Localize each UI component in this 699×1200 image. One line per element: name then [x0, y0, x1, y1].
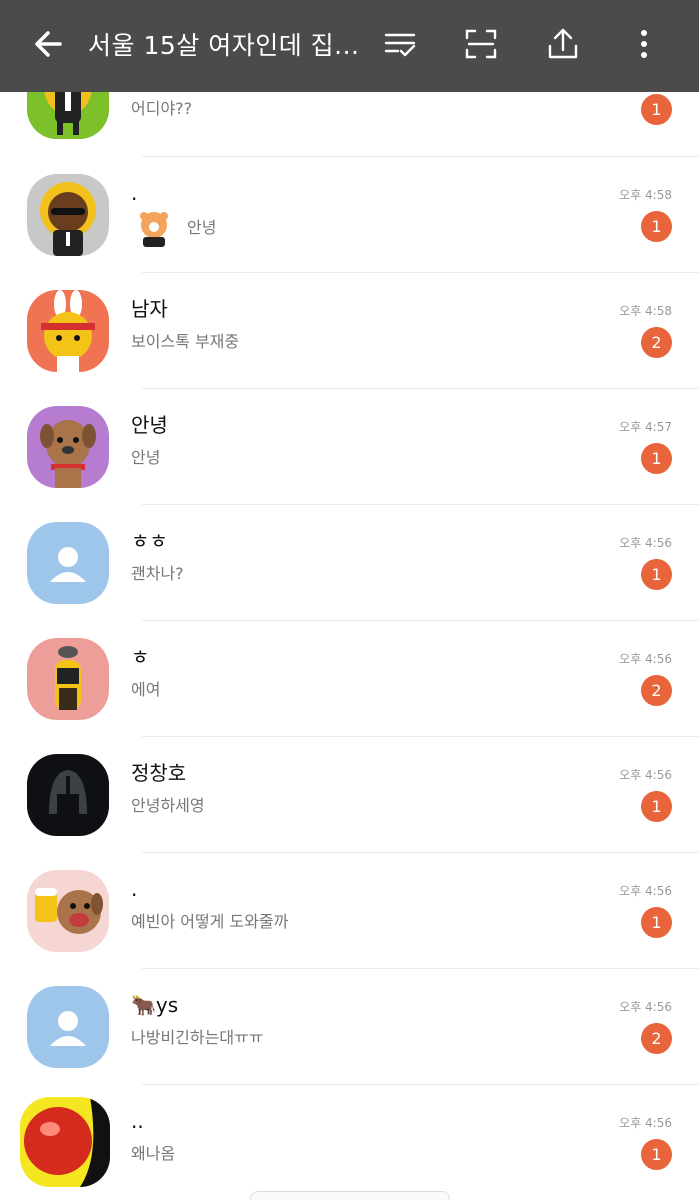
- chat-preview: 왜나옴: [131, 1144, 176, 1163]
- chat-row[interactable]: . 안녕 오후 4:58 1: [0, 156, 699, 272]
- avatar: [27, 870, 109, 952]
- unread-badge: 1: [641, 1139, 672, 1170]
- chat-row[interactable]: 정창호 안녕하세영 오후 4:56 1: [0, 736, 699, 852]
- chat-name: .: [131, 181, 138, 205]
- default-profile-icon: [27, 522, 109, 604]
- chat-preview: 에여: [131, 680, 161, 699]
- chat-name: 정창호: [131, 761, 187, 785]
- default-profile-icon: [27, 986, 109, 1068]
- checklist-icon[interactable]: [382, 26, 418, 62]
- chat-time: 오후 4:56: [619, 768, 672, 782]
- unread-badge: 1: [641, 211, 672, 242]
- unread-badge: 2: [641, 1023, 672, 1054]
- chat-preview: 괜차나?: [131, 564, 184, 583]
- divider: [142, 156, 699, 157]
- chat-row[interactable]: 안녕 안녕 오후 4:57 1: [0, 388, 699, 504]
- back-arrow-icon[interactable]: [30, 26, 66, 62]
- chat-name: 🐂ys: [131, 993, 179, 1017]
- chat-preview: 안녕: [187, 218, 217, 237]
- chat-name: ㅎ: [131, 645, 150, 669]
- chat-name: 안녕: [131, 413, 168, 437]
- chat-name: ..: [131, 1109, 144, 1133]
- avatar: [27, 754, 109, 836]
- app-bar: 서울 15살 여자인데 집...: [0, 0, 699, 92]
- chat-row[interactable]: . 예빈아 어떻게 도와줄까 오후 4:56 1: [0, 852, 699, 968]
- chat-row[interactable]: .. 왜나옴 오후 4:56 1: [0, 1084, 699, 1200]
- chat-name: .: [131, 877, 138, 901]
- chat-preview: 안녕: [131, 448, 161, 467]
- chat-time: 오후 4:56: [619, 536, 672, 550]
- chat-name: 남자: [131, 297, 168, 321]
- avatar: [27, 522, 109, 604]
- chat-time: 오후 4:57: [619, 420, 672, 434]
- avatar: [20, 1097, 110, 1187]
- avatar: [27, 290, 109, 372]
- unread-badge: 2: [641, 327, 672, 358]
- avatar: [27, 638, 109, 720]
- chat-time: 오후 4:56: [619, 884, 672, 898]
- unread-badge: 1: [641, 791, 672, 822]
- share-icon[interactable]: [545, 26, 581, 62]
- chat-preview: 안녕하세영: [131, 796, 205, 815]
- chat-time: 오후 4:56: [619, 1000, 672, 1014]
- avatar: [27, 986, 109, 1068]
- divider: [142, 504, 699, 505]
- chat-preview: 예빈아 어떻게 도와줄까: [131, 912, 289, 931]
- sticker-icon: [140, 212, 168, 247]
- divider: [142, 736, 699, 737]
- chat-name: ㅎㅎ: [131, 529, 168, 553]
- unread-badge: 1: [641, 907, 672, 938]
- divider: [142, 968, 699, 969]
- chat-preview: 나방비긴하는대ㅠㅠ: [131, 1028, 264, 1047]
- chat-row[interactable]: ㅎㅎ 괜차나? 오후 4:56 1: [0, 504, 699, 620]
- unread-badge: 1: [641, 443, 672, 474]
- chat-time: 오후 4:56: [619, 652, 672, 666]
- divider: [142, 1084, 699, 1085]
- unread-badge: 1: [641, 94, 672, 125]
- capture-icon[interactable]: [463, 26, 499, 62]
- more-vert-icon[interactable]: [626, 26, 662, 62]
- unread-badge: 1: [641, 559, 672, 590]
- chat-time: 오후 4:56: [619, 1116, 672, 1130]
- avatar: [27, 174, 109, 256]
- avatar: [27, 406, 109, 488]
- divider: [142, 272, 699, 273]
- chat-preview: 어디야??: [131, 99, 193, 118]
- divider: [142, 620, 699, 621]
- unread-badge: 2: [641, 675, 672, 706]
- chat-time: 오후 4:58: [619, 304, 672, 318]
- chat-row[interactable]: 🐂ys 나방비긴하는대ㅠㅠ 오후 4:56 2: [0, 968, 699, 1084]
- chat-time: 오후 4:58: [619, 188, 672, 202]
- divider: [142, 388, 699, 389]
- chat-row[interactable]: 남자 보이스톡 부재중 오후 4:58 2: [0, 272, 699, 388]
- divider: [142, 852, 699, 853]
- chat-preview: 보이스톡 부재중: [131, 332, 240, 351]
- chat-row[interactable]: ㅎ 에여 오후 4:56 2: [0, 620, 699, 736]
- page-title: 서울 15살 여자인데 집...: [88, 31, 358, 60]
